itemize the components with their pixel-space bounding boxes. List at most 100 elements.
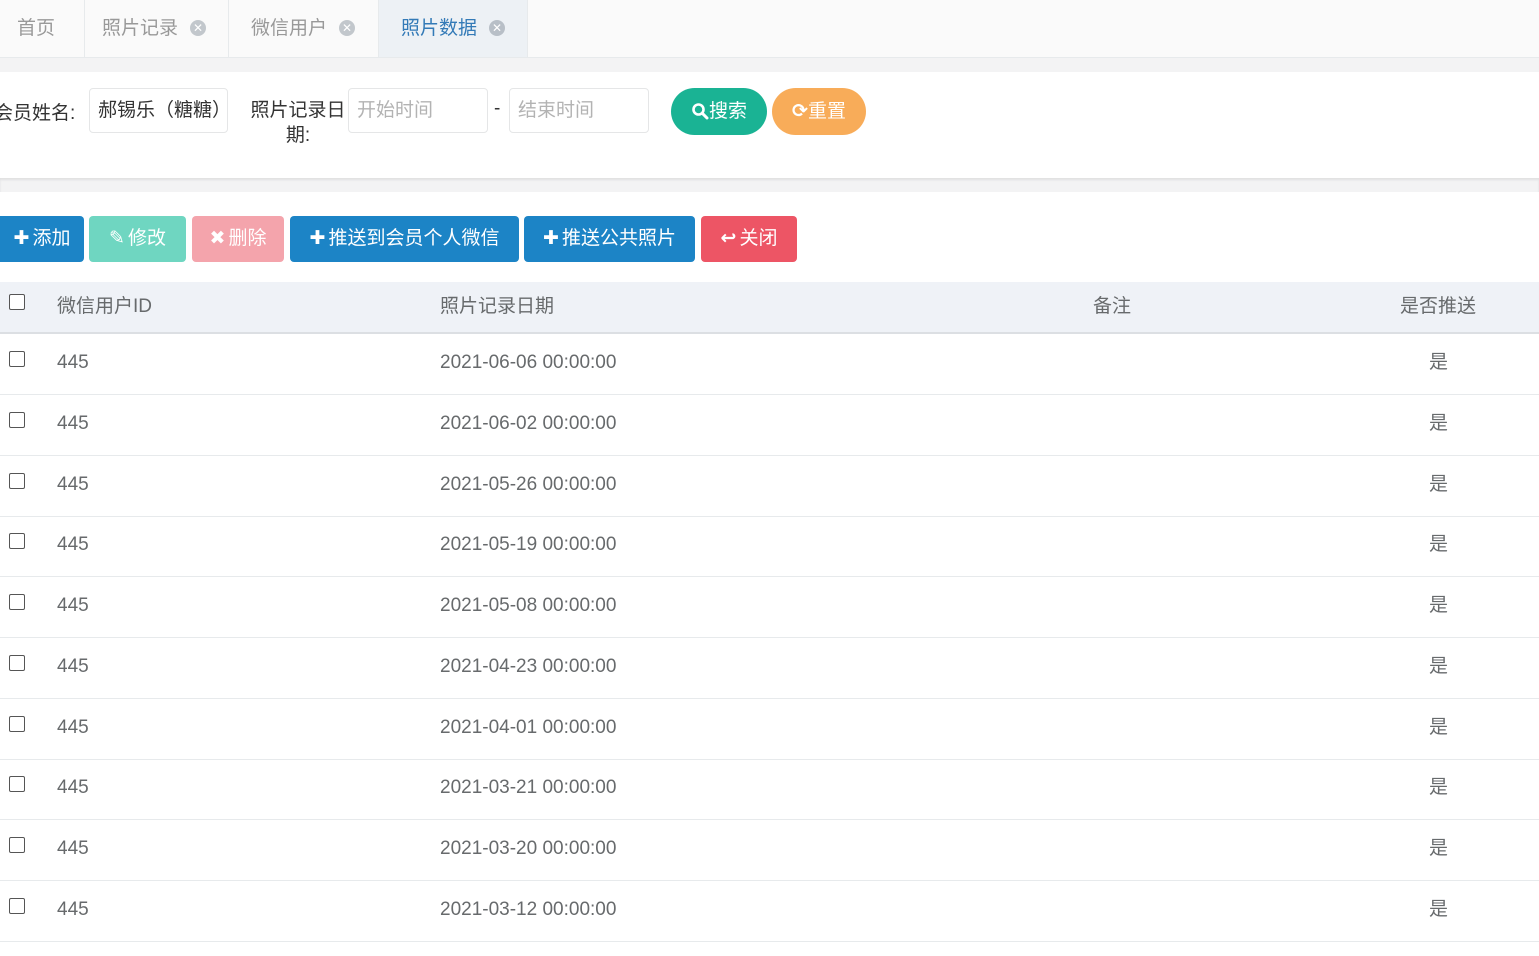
table-row[interactable]: 445 2021-06-06 00:00:00 是: [0, 334, 1539, 395]
cell-wechat-id: 445: [57, 717, 89, 738]
table-row[interactable]: 445 2021-03-12 00:00:00 是: [0, 881, 1539, 942]
cell-pushed: 是: [1429, 838, 1449, 859]
cell-pushed: 是: [1429, 777, 1449, 798]
search-button[interactable]: 搜索: [671, 88, 767, 135]
cell-wechat-id: 445: [57, 838, 89, 859]
row-checkbox[interactable]: [9, 837, 25, 853]
column-header-note[interactable]: 备注: [1093, 282, 1131, 332]
cell-wechat-id: 445: [57, 899, 89, 920]
row-checkbox[interactable]: [9, 776, 25, 792]
search-button-label: 搜索: [708, 101, 747, 122]
column-header-record-date[interactable]: 照片记录日期: [440, 282, 554, 332]
push-to-member-label: 推送到会员个人微信: [328, 228, 500, 249]
cell-pushed: 是: [1429, 656, 1449, 677]
row-checkbox[interactable]: [9, 716, 25, 732]
close-button[interactable]: ↩ 关闭: [701, 216, 797, 262]
cell-wechat-id: 445: [57, 777, 89, 798]
close-circle-icon[interactable]: ✕: [190, 20, 206, 36]
cell-wechat-id: 445: [57, 352, 89, 373]
section-gap: [0, 58, 1539, 72]
plus-icon: ✚: [309, 228, 326, 249]
row-checkbox[interactable]: [9, 655, 25, 671]
table-row[interactable]: 445 2021-05-08 00:00:00 是: [0, 577, 1539, 638]
tab-wechat-users[interactable]: 微信用户 ✕: [229, 0, 379, 57]
cell-pushed: 是: [1429, 413, 1449, 434]
table-row[interactable]: 445 2021-05-19 00:00:00 是: [0, 516, 1539, 577]
tab-label: 微信用户: [251, 18, 328, 39]
cell-record-date: 2021-03-12 00:00:00: [440, 899, 617, 920]
table-row[interactable]: 445 2021-06-02 00:00:00 是: [0, 395, 1539, 456]
cell-wechat-id: 445: [57, 595, 89, 616]
tab-label: 照片数据: [401, 18, 478, 39]
delete-button-label: 删除: [228, 228, 267, 249]
edit-icon: ✎: [109, 228, 125, 249]
add-button[interactable]: ✚ 添加: [0, 216, 84, 262]
x-icon: ✖: [209, 228, 226, 249]
table-row[interactable]: 445 2021-04-23 00:00:00 是: [0, 638, 1539, 699]
close-circle-icon[interactable]: ✕: [339, 20, 355, 36]
cell-pushed: 是: [1429, 474, 1449, 495]
cell-record-date: 2021-04-01 00:00:00: [440, 717, 617, 738]
edit-button-label: 修改: [127, 228, 166, 249]
row-checkbox[interactable]: [9, 473, 25, 489]
end-time-input[interactable]: 结束时间: [509, 88, 649, 133]
date-range-separator: -: [494, 98, 501, 119]
member-name-label: 会员姓名:: [0, 103, 76, 124]
row-checkbox[interactable]: [9, 898, 25, 914]
add-button-label: 添加: [32, 228, 71, 249]
cell-record-date: 2021-06-02 00:00:00: [440, 413, 617, 434]
cell-pushed: 是: [1429, 717, 1449, 738]
start-time-input[interactable]: 开始时间: [348, 88, 488, 133]
table-row[interactable]: 445 2021-03-21 00:00:00 是: [0, 759, 1539, 820]
page-tabs: 首页 照片记录 ✕ 微信用户 ✕ 照片数据 ✕: [0, 0, 1539, 58]
tab-photo-data[interactable]: 照片数据 ✕: [379, 0, 528, 57]
table-row[interactable]: 445 2021-04-01 00:00:00 是: [0, 699, 1539, 760]
section-gap: [0, 178, 1539, 192]
cell-record-date: 2021-05-26 00:00:00: [440, 474, 617, 495]
row-checkbox[interactable]: [9, 533, 25, 549]
push-public-photos-button[interactable]: ✚ 推送公共照片: [524, 216, 695, 262]
column-header-pushed[interactable]: 是否推送: [1400, 282, 1476, 332]
record-date-label: 照片记录日期:: [250, 100, 346, 146]
cell-record-date: 2021-03-21 00:00:00: [440, 777, 617, 798]
cell-record-date: 2021-04-23 00:00:00: [440, 656, 617, 677]
search-form: 会员姓名: 郝锡乐（糖糖） 照片记录日期: 开始时间 - 结束时间 搜索 ⟳重置: [0, 72, 1539, 178]
tab-photo-records[interactable]: 照片记录 ✕: [85, 0, 229, 57]
cell-record-date: 2021-05-19 00:00:00: [440, 534, 617, 555]
cell-wechat-id: 445: [57, 474, 89, 495]
column-header-wechat-id[interactable]: 微信用户ID: [57, 282, 152, 332]
refresh-icon: ⟳: [792, 101, 808, 122]
cell-wechat-id: 445: [57, 534, 89, 555]
close-circle-icon[interactable]: ✕: [489, 20, 505, 36]
push-public-photos-label: 推送公共照片: [561, 228, 676, 249]
cell-pushed: 是: [1429, 595, 1449, 616]
cell-pushed: 是: [1429, 534, 1449, 555]
cell-pushed: 是: [1429, 352, 1449, 373]
table-header: 微信用户ID 照片记录日期 备注 是否推送: [0, 282, 1539, 334]
close-button-label: 关闭: [739, 228, 778, 249]
tab-label: 首页: [17, 18, 56, 39]
reset-button-label: 重置: [807, 101, 846, 122]
push-to-member-button[interactable]: ✚ 推送到会员个人微信: [290, 216, 519, 262]
select-all-checkbox[interactable]: [9, 294, 25, 310]
table-row[interactable]: 445 2021-05-26 00:00:00 是: [0, 456, 1539, 517]
plus-icon: ✚: [543, 228, 559, 249]
table-row[interactable]: 445 2021-03-20 00:00:00 是: [0, 820, 1539, 881]
member-name-field[interactable]: 郝锡乐（糖糖）: [89, 88, 228, 133]
row-checkbox[interactable]: [9, 412, 25, 428]
cell-record-date: 2021-05-08 00:00:00: [440, 595, 617, 616]
cell-record-date: 2021-03-20 00:00:00: [440, 838, 617, 859]
edit-button[interactable]: ✎ 修改: [89, 216, 186, 262]
tab-label: 照片记录: [102, 18, 179, 39]
plus-icon: ✚: [13, 228, 30, 249]
cell-wechat-id: 445: [57, 413, 89, 434]
tab-home[interactable]: 首页: [0, 0, 85, 57]
reset-button[interactable]: ⟳重置: [772, 88, 866, 135]
cell-pushed: 是: [1429, 899, 1449, 920]
search-icon: [692, 103, 709, 120]
row-checkbox[interactable]: [9, 351, 25, 367]
cell-wechat-id: 445: [57, 656, 89, 677]
reply-icon: ↩: [720, 228, 737, 249]
delete-button[interactable]: ✖ 删除: [192, 216, 284, 262]
row-checkbox[interactable]: [9, 594, 25, 610]
